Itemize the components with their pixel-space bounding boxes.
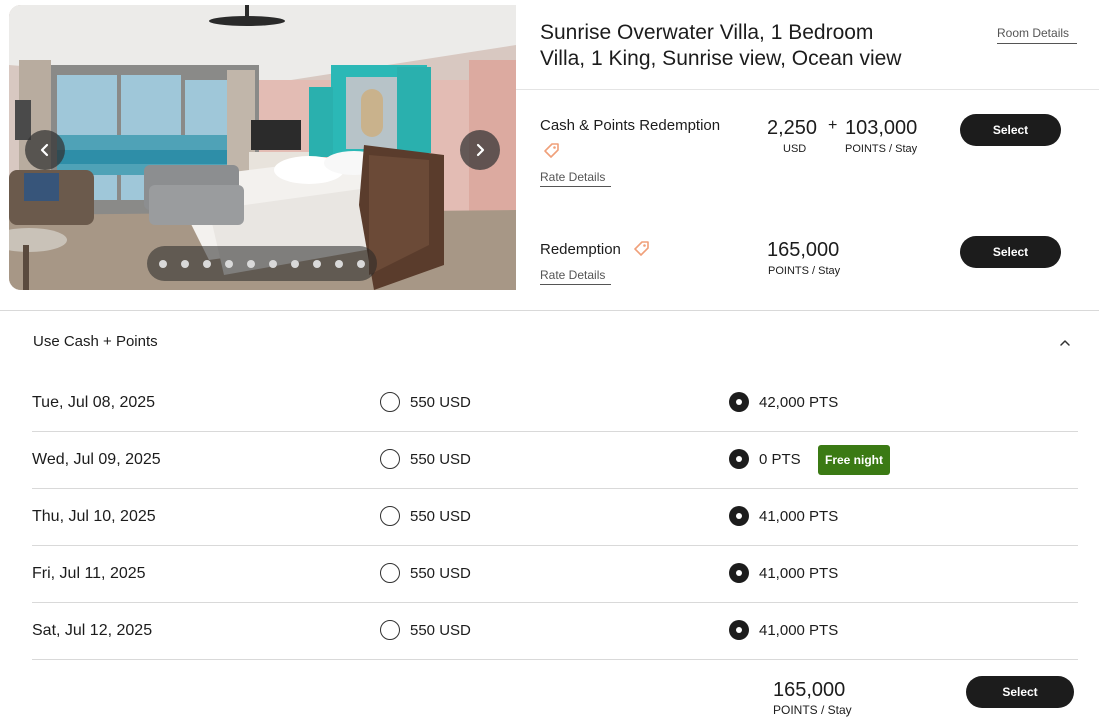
points-radio[interactable] <box>729 449 749 469</box>
cash-option-label: 550 USD <box>410 394 471 411</box>
carousel-dot[interactable] <box>357 259 365 268</box>
cash-radio[interactable] <box>380 506 400 526</box>
room-card: Sunrise Overwater Villa, 1 Bedroom Villa… <box>0 0 1099 311</box>
carousel-dots <box>147 246 377 281</box>
carousel-dot[interactable] <box>159 259 167 268</box>
cash-radio[interactable] <box>380 449 400 469</box>
chevron-up-icon[interactable] <box>1058 336 1072 350</box>
night-date: Wed, Jul 09, 2025 <box>32 451 161 468</box>
cash-option-label: 550 USD <box>410 451 471 468</box>
night-date: Thu, Jul 10, 2025 <box>32 508 156 525</box>
cash-amount: 2,250 <box>767 117 818 139</box>
plus-sign: + <box>828 117 838 134</box>
cash-radio[interactable] <box>380 563 400 583</box>
points-radio[interactable] <box>729 563 749 583</box>
points-option-label: 41,000 PTS <box>759 565 839 582</box>
cash-radio[interactable] <box>380 620 400 640</box>
free-night-badge: Free night <box>818 445 890 475</box>
divider <box>516 89 1099 90</box>
night-row: Thu, Jul 10, 2025 550 USD 41,000 PTS <box>32 489 1078 546</box>
total-points: 165,000 <box>773 679 846 701</box>
tag-icon <box>544 143 559 158</box>
points-radio[interactable] <box>729 506 749 526</box>
carousel-dot[interactable] <box>225 259 233 268</box>
section-title-cash-points: Use Cash + Points <box>33 333 158 350</box>
cash-option-label: 550 USD <box>410 508 471 525</box>
carousel-prev-button[interactable] <box>25 130 65 170</box>
carousel-dot[interactable] <box>313 259 321 268</box>
room-photo-carousel[interactable] <box>9 5 516 290</box>
chevron-right-icon <box>476 143 485 157</box>
points-unit: POINTS / Stay <box>768 265 841 277</box>
row-divider <box>32 659 1078 660</box>
night-row: Sat, Jul 12, 2025 550 USD 41,000 PTS <box>32 603 1078 660</box>
tag-icon <box>634 241 649 256</box>
points-amount: 165,000 <box>767 239 840 261</box>
cash-option-label: 550 USD <box>410 622 471 639</box>
night-date: Fri, Jul 11, 2025 <box>32 565 146 582</box>
rate-name-cash-points: Cash & Points Redemption <box>540 117 721 134</box>
rate-name-redemption: Redemption <box>540 241 621 258</box>
points-option-label: 41,000 PTS <box>759 622 839 639</box>
cash-option-label: 550 USD <box>410 565 471 582</box>
select-cash-plus-points-button[interactable]: Select <box>966 676 1074 708</box>
rate-details-link[interactable]: Rate Details <box>540 268 611 285</box>
points-option-label: 42,000 PTS <box>759 394 839 411</box>
carousel-dot[interactable] <box>181 259 189 268</box>
carousel-dot[interactable] <box>335 259 343 268</box>
night-row: Tue, Jul 08, 2025 550 USD 42,000 PTS <box>32 375 1078 432</box>
points-amount: 103,000 <box>845 117 918 139</box>
select-redemption-button[interactable]: Select <box>960 236 1061 268</box>
points-option-label: 41,000 PTS <box>759 508 839 525</box>
points-radio[interactable] <box>729 392 749 412</box>
cash-unit: USD <box>783 143 807 155</box>
points-unit: POINTS / Stay <box>845 143 918 155</box>
points-option-label: 0 PTS <box>759 451 801 468</box>
rate-details-link[interactable]: Rate Details <box>540 170 611 187</box>
carousel-dot[interactable] <box>269 259 277 268</box>
cash-radio[interactable] <box>380 392 400 412</box>
chevron-left-icon <box>40 143 49 157</box>
night-date: Sat, Jul 12, 2025 <box>32 622 153 639</box>
room-title-line-1: Sunrise Overwater Villa, 1 Bedroom <box>540 21 874 44</box>
night-row: Fri, Jul 11, 2025 550 USD 41,000 PTS <box>32 546 1078 603</box>
carousel-dot[interactable] <box>291 259 299 268</box>
night-row: Wed, Jul 09, 2025 550 USD 0 PTS Free nig… <box>32 432 1078 489</box>
night-date: Tue, Jul 08, 2025 <box>32 394 156 411</box>
room-details-link[interactable]: Room Details <box>997 26 1077 44</box>
carousel-dot[interactable] <box>203 259 211 268</box>
carousel-dot[interactable] <box>247 259 255 268</box>
points-radio[interactable] <box>729 620 749 640</box>
room-title: Sunrise Overwater Villa, 1 Bedroom Villa… <box>540 20 960 72</box>
total-points-unit: POINTS / Stay <box>773 703 852 717</box>
carousel-next-button[interactable] <box>460 130 500 170</box>
select-cash-points-button[interactable]: Select <box>960 114 1061 146</box>
room-title-line-2: Villa, 1 King, Sunrise view, Ocean view <box>540 47 902 70</box>
